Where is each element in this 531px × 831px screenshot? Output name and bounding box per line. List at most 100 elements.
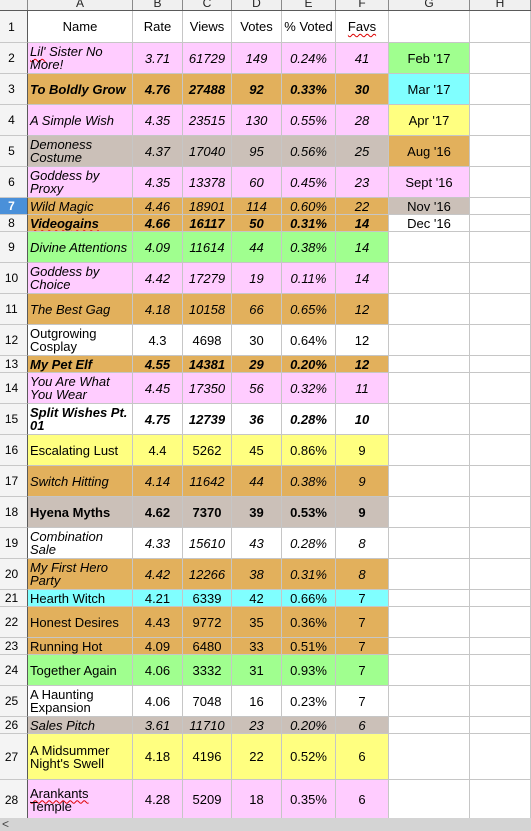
cell-votes[interactable]: 95 (232, 136, 282, 167)
cell-views[interactable]: 17040 (183, 136, 232, 167)
cell-h[interactable] (470, 356, 531, 373)
cell-rate[interactable]: 4.18 (133, 734, 183, 780)
cell-name[interactable]: Sales Pitch (28, 717, 133, 734)
cell-votes[interactable]: 44 (232, 466, 282, 497)
cell-votes[interactable]: 29 (232, 356, 282, 373)
row-header[interactable]: 5 (0, 136, 28, 167)
cell-rate[interactable]: 4.3 (133, 325, 183, 356)
cell-pct[interactable]: 0.31% (282, 215, 336, 232)
cell-pct[interactable]: 0.65% (282, 294, 336, 325)
cell-pct[interactable]: 0.64% (282, 325, 336, 356)
row-header[interactable]: 11 (0, 294, 28, 325)
cell-g[interactable] (389, 497, 470, 528)
cell-favs[interactable]: 7 (336, 638, 389, 655)
column-header-h[interactable]: H (470, 0, 531, 10)
cell-pct[interactable]: 0.86% (282, 435, 336, 466)
cell-rate[interactable]: 4.42 (133, 559, 183, 590)
cell-favs[interactable]: 7 (336, 686, 389, 717)
cell-rate[interactable]: 4.42 (133, 263, 183, 294)
cell-h[interactable] (470, 638, 531, 655)
cell-favs[interactable]: 30 (336, 74, 389, 105)
cell-name[interactable]: Combination Sale (28, 528, 133, 559)
cell-name[interactable]: Honest Desires (28, 607, 133, 638)
cell-h[interactable] (470, 607, 531, 638)
cell-pct[interactable]: 0.52% (282, 734, 336, 780)
cell-name[interactable]: Goddess by Proxy (28, 167, 133, 198)
row-header[interactable]: 9 (0, 232, 28, 263)
column-header-f[interactable]: F (336, 0, 389, 10)
cell-g[interactable] (389, 404, 470, 435)
cell-favs[interactable]: 9 (336, 435, 389, 466)
cell-views[interactable]: 12266 (183, 559, 232, 590)
row-header[interactable]: 1 (0, 11, 28, 43)
cell-pct[interactable]: 0.55% (282, 105, 336, 136)
cell-name[interactable]: Lil' Sister No More! (28, 43, 133, 74)
cell-rate[interactable]: 4.28 (133, 780, 183, 820)
cell-h[interactable] (470, 466, 531, 497)
cell-name[interactable]: Split Wishes Pt. 01 (28, 404, 133, 435)
cell-favs[interactable]: 12 (336, 356, 389, 373)
cell-favs[interactable]: 28 (336, 105, 389, 136)
cell-h[interactable] (470, 655, 531, 686)
cell-favs[interactable]: 6 (336, 717, 389, 734)
header-name[interactable]: Name (28, 11, 133, 43)
cell-h[interactable] (470, 198, 531, 215)
cell-name[interactable]: Running Hot (28, 638, 133, 655)
cell-votes[interactable]: 42 (232, 590, 282, 607)
cell-views[interactable]: 11710 (183, 717, 232, 734)
cell-name[interactable]: Demoness Costume (28, 136, 133, 167)
row-header[interactable]: 21 (0, 590, 28, 607)
legend-cell[interactable]: Apr '17 (389, 105, 470, 136)
cell-rate[interactable]: 4.46 (133, 198, 183, 215)
cell-pct[interactable]: 0.11% (282, 263, 336, 294)
cell-name[interactable]: Switch Hitting (28, 466, 133, 497)
cell-views[interactable]: 27488 (183, 74, 232, 105)
cell-views[interactable]: 15610 (183, 528, 232, 559)
cell-favs[interactable]: 6 (336, 734, 389, 780)
cell-h[interactable] (470, 435, 531, 466)
cell-favs[interactable]: 9 (336, 497, 389, 528)
cell-views[interactable]: 12739 (183, 404, 232, 435)
cell-name[interactable]: Escalating Lust (28, 435, 133, 466)
row-header[interactable]: 13 (0, 356, 28, 373)
cell-favs[interactable]: 14 (336, 263, 389, 294)
cell-h1[interactable] (470, 11, 531, 43)
row-header[interactable]: 20 (0, 559, 28, 590)
row-header[interactable]: 19 (0, 528, 28, 559)
legend-cell[interactable]: Feb '17 (389, 43, 470, 74)
cell-name[interactable]: Videogains (28, 215, 133, 232)
row-header[interactable]: 2 (0, 43, 28, 74)
cell-g[interactable] (389, 435, 470, 466)
cell-g[interactable] (389, 717, 470, 734)
cell-h[interactable] (470, 325, 531, 356)
cell-votes[interactable]: 130 (232, 105, 282, 136)
cell-favs[interactable]: 10 (336, 404, 389, 435)
cell-name[interactable]: You Are What You Wear (28, 373, 133, 404)
row-header[interactable]: 25 (0, 686, 28, 717)
cell-votes[interactable]: 114 (232, 198, 282, 215)
column-header-d[interactable]: D (232, 0, 282, 10)
cell-g[interactable] (389, 607, 470, 638)
cell-favs[interactable]: 7 (336, 607, 389, 638)
cell-rate[interactable]: 3.71 (133, 43, 183, 74)
cell-rate[interactable]: 4.62 (133, 497, 183, 528)
cell-h[interactable] (470, 590, 531, 607)
header-votes[interactable]: Votes (232, 11, 282, 43)
cell-h[interactable] (470, 780, 531, 820)
cell-g[interactable] (389, 294, 470, 325)
cell-favs[interactable]: 12 (336, 325, 389, 356)
cell-rate[interactable]: 4.66 (133, 215, 183, 232)
cell-views[interactable]: 11642 (183, 466, 232, 497)
cell-rate[interactable]: 4.18 (133, 294, 183, 325)
cell-rate[interactable]: 4.35 (133, 167, 183, 198)
cell-favs[interactable]: 22 (336, 198, 389, 215)
row-header[interactable]: 16 (0, 435, 28, 466)
cell-pct[interactable]: 0.56% (282, 136, 336, 167)
cell-favs[interactable]: 6 (336, 780, 389, 820)
cell-h[interactable] (470, 215, 531, 232)
cell-votes[interactable]: 38 (232, 559, 282, 590)
cell-views[interactable]: 4196 (183, 734, 232, 780)
cell-g[interactable] (389, 734, 470, 780)
cell-favs[interactable]: 25 (336, 136, 389, 167)
cell-name[interactable]: Wild Magic (28, 198, 133, 215)
